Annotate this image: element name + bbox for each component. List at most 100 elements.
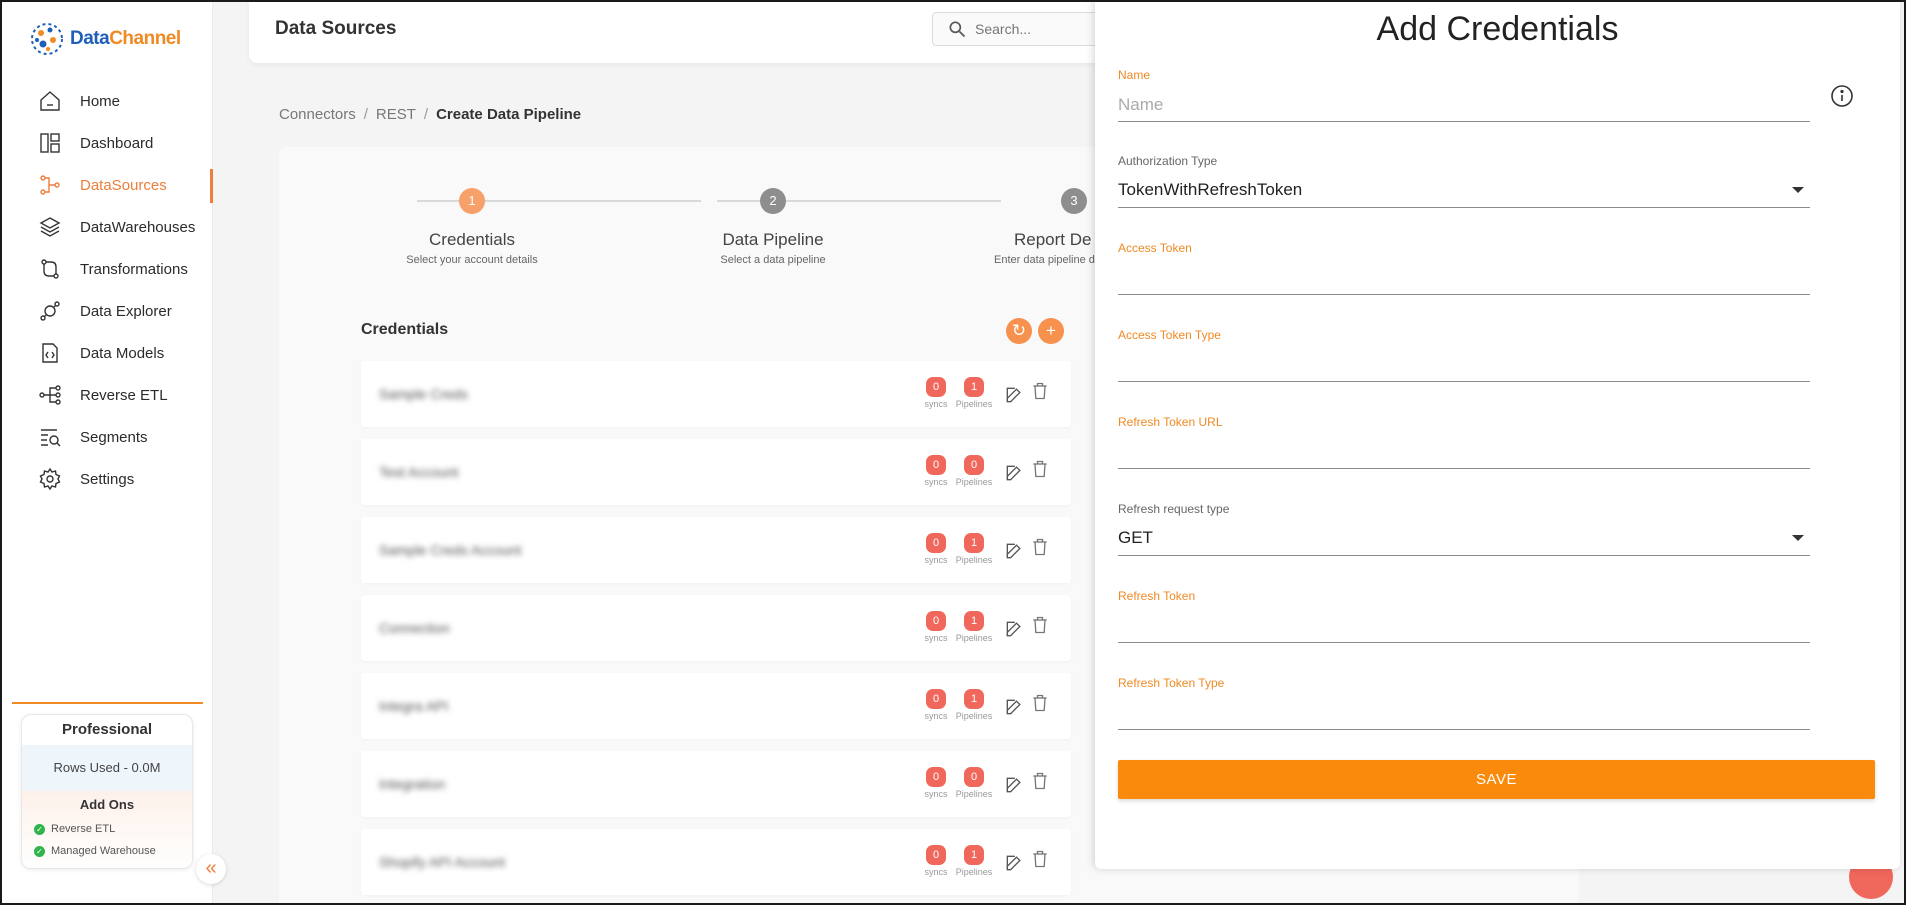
pipelines-count-badge: 1 [964,845,984,865]
breadcrumb-current: Create Data Pipeline [436,106,582,123]
sidebar-item-dashboard[interactable]: Dashboard [0,122,213,164]
data-explorer-icon [40,301,60,321]
info-icon[interactable] [1830,84,1854,108]
delete-icon[interactable] [1030,459,1050,479]
syncs-count-badge: 0 [926,689,946,709]
edit-icon[interactable] [1004,385,1024,405]
breadcrumb: Connectors / REST / Create Data Pipeline [279,106,581,123]
syncs-counter: 0 syncs [916,611,956,643]
datachannel-logo-icon [31,23,63,55]
addon-label: Reverse ETL [51,823,116,835]
delete-icon[interactable] [1030,771,1050,791]
credential-row[interactable]: Shopify API Account 0 syncs 1 Pipelines [361,829,1071,895]
sidebar-item-data-explorer[interactable]: Data Explorer [0,290,213,332]
refresh-credentials-button[interactable]: ↻ [1006,318,1032,344]
sidebar-item-datasources[interactable]: DataSources [0,164,213,206]
edit-icon[interactable] [1004,775,1024,795]
search-box[interactable] [932,12,1122,46]
plan-card: Professional Rows Used - 0.0M Add Ons ✓ … [21,714,193,869]
access-token-input[interactable] [1118,255,1810,295]
delete-icon[interactable] [1030,381,1050,401]
brand-logo[interactable]: DataChannel [28,20,181,58]
sidebar-item-data-models[interactable]: Data Models [0,332,213,374]
breadcrumb-connectors[interactable]: Connectors [279,106,356,123]
sidebar-item-datawarehouses[interactable]: DataWarehouses [0,206,213,248]
credential-row[interactable]: Sample Creds Account 0 syncs 1 Pipelines [361,517,1071,583]
step-2-indicator[interactable]: 2 [760,188,786,214]
refresh-token-type-input[interactable] [1118,690,1810,730]
credential-name: Integration [379,776,446,792]
pipelines-count-badge: 1 [964,611,984,631]
pipelines-label: Pipelines [955,789,993,799]
pipelines-count-badge: 0 [964,767,984,787]
refresh-token-input[interactable] [1118,603,1810,643]
sidebar-divider [12,702,203,704]
save-button[interactable]: SAVE [1118,760,1875,799]
pipelines-count-badge: 1 [964,377,984,397]
sidebar-item-label: Segments [80,428,148,446]
pipelines-counter: 1 Pipelines [954,611,994,643]
data-models-icon [42,343,58,363]
pipelines-label: Pipelines [955,477,993,487]
sidebar-item-segments[interactable]: Segments [0,416,213,458]
syncs-count-badge: 0 [926,533,946,553]
sidebar-item-home[interactable]: Home [0,80,213,122]
pipelines-count-badge: 0 [964,455,984,475]
pipelines-label: Pipelines [955,711,993,721]
sidebar-item-transformations[interactable]: Transformations [0,248,213,290]
pipelines-label: Pipelines [955,399,993,409]
check-icon: ✓ [34,823,45,835]
step-3-indicator[interactable]: 3 [1061,188,1087,214]
refresh-token-url-input[interactable] [1118,429,1810,469]
pipelines-counter: 0 Pipelines [954,767,994,799]
name-input[interactable] [1118,82,1810,122]
check-icon: ✓ [34,845,45,857]
datasources-icon [40,175,60,195]
access-token-type-input[interactable] [1118,342,1810,382]
pipelines-counter: 1 Pipelines [954,533,994,565]
step-1-indicator[interactable]: 1 [459,188,485,214]
sidebar: DataChannel Home Dashboard DataSources D… [0,0,213,905]
delete-icon[interactable] [1030,615,1050,635]
refresh-token-type-field: Refresh Token Type [1118,676,1810,730]
sidebar-item-label: DataWarehouses [80,218,196,236]
add-credentials-drawer: Add Credentials Name Authorization Type … [1095,0,1900,869]
collapse-sidebar-button[interactable]: « [196,854,226,884]
credential-row[interactable]: Sample Creds 0 syncs 1 Pipelines [361,361,1071,427]
sidebar-item-label: Dashboard [80,134,154,152]
refresh-token-field: Refresh Token [1118,589,1810,643]
add-credentials-button[interactable]: + [1038,318,1064,344]
sidebar-item-label: Reverse ETL [80,386,168,404]
credential-row[interactable]: Test Account 0 syncs 0 Pipelines [361,439,1071,505]
syncs-counter: 0 syncs [916,377,956,409]
drawer-title: Add Credentials [1376,10,1619,48]
delete-icon[interactable] [1030,849,1050,869]
sidebar-item-settings[interactable]: Settings [0,458,213,500]
authorization-type-select[interactable]: TokenWithRefreshToken [1118,168,1810,208]
syncs-count-badge: 0 [926,767,946,787]
refresh-request-type-select[interactable]: GET [1118,516,1810,556]
credential-row[interactable]: Integration 0 syncs 0 Pipelines [361,751,1071,817]
delete-icon[interactable] [1030,693,1050,713]
refresh-token-label: Refresh Token [1118,589,1196,603]
syncs-counter: 0 syncs [916,767,956,799]
credential-row[interactable]: Integra API 0 syncs 1 Pipelines [361,673,1071,739]
pipelines-label: Pipelines [955,555,993,565]
credential-row[interactable]: Connection 0 syncs 1 Pipelines [361,595,1071,661]
edit-icon[interactable] [1004,853,1024,873]
brand-name: DataChannel [70,28,181,49]
breadcrumb-rest[interactable]: REST [376,106,416,123]
edit-icon[interactable] [1004,619,1024,639]
pipelines-counter: 0 Pipelines [954,455,994,487]
edit-icon[interactable] [1004,463,1024,483]
delete-icon[interactable] [1030,537,1050,557]
syncs-label: syncs [924,399,948,409]
sidebar-item-reverse-etl[interactable]: Reverse ETL [0,374,213,416]
syncs-counter: 0 syncs [916,455,956,487]
edit-icon[interactable] [1004,697,1024,717]
search-input[interactable] [975,21,1095,37]
addon-label: Managed Warehouse [51,845,156,857]
edit-icon[interactable] [1004,541,1024,561]
access-token-field: Access Token [1118,241,1810,295]
pipelines-counter: 1 Pipelines [954,689,994,721]
